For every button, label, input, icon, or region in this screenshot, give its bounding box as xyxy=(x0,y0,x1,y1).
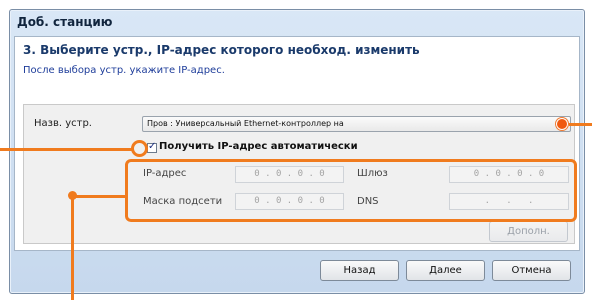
auto-ip-label: Получить IP-адрес автоматически xyxy=(159,141,358,152)
device-name-label: Назв. устр. xyxy=(34,118,92,129)
back-button[interactable]: Назад xyxy=(320,260,399,281)
checkbox-highlight xyxy=(131,140,148,157)
device-select[interactable]: Пров : Универсальный Ethernet-контроллер… xyxy=(142,116,571,132)
callout-dot xyxy=(68,191,77,200)
callout-line-fields-horizontal xyxy=(72,195,126,198)
cancel-button[interactable]: Отмена xyxy=(492,260,571,281)
step-subheading: После выбора устр. укажите IP-адрес. xyxy=(23,65,225,76)
next-button[interactable]: Далее xyxy=(406,260,485,281)
advanced-button[interactable]: Дополн. xyxy=(489,221,568,242)
step-heading: 3. Выберите устр., IP-адрес которого нео… xyxy=(23,43,420,57)
dropdown-marker-icon[interactable] xyxy=(556,118,568,130)
ip-fields-highlight xyxy=(125,159,577,222)
window-title: Доб. станцию xyxy=(17,15,113,29)
callout-line-checkbox xyxy=(0,148,132,151)
auto-ip-checkbox[interactable]: ✓ xyxy=(147,141,157,153)
check-icon: ✓ xyxy=(148,141,157,152)
callout-line-dropdown xyxy=(569,123,592,126)
callout-line-fields-vertical xyxy=(71,195,74,300)
